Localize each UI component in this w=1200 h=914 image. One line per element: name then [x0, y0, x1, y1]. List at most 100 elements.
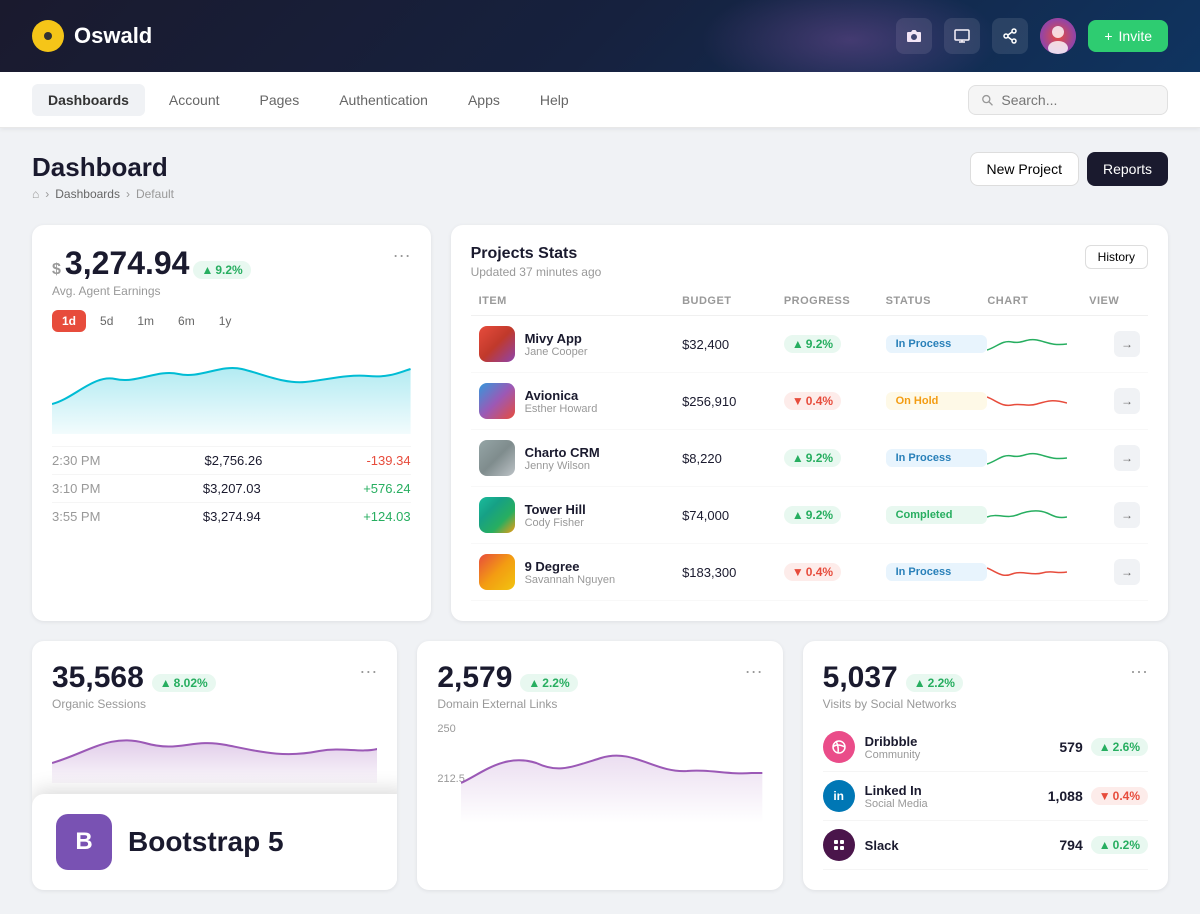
search-input[interactable] [1001, 92, 1155, 108]
user-avatar[interactable] [1040, 18, 1076, 54]
period-tab-1y[interactable]: 1y [209, 310, 242, 332]
search-box [968, 85, 1168, 115]
domain-links-value: 2,579 ▲2.2% [437, 661, 577, 695]
chart-mivy [987, 332, 1067, 356]
projects-title: Projects Stats [471, 245, 602, 263]
top-cards-row: $ 3,274.94 ▲ 9.2% Avg. Agent Earnings ··… [32, 225, 1168, 621]
page-header: Dashboard ⌂ › Dashboards › Default New P… [32, 152, 1168, 201]
bottom-cards-row: 35,568 ▲8.02% Organic Sessions ··· [32, 641, 1168, 890]
chart-tower [987, 503, 1067, 527]
status-badge-mivy: In Process [886, 335, 988, 353]
breadcrumb-home-icon: ⌂ [32, 187, 39, 201]
view-btn-tower[interactable]: → [1114, 502, 1140, 528]
new-project-button[interactable]: New Project [970, 152, 1079, 186]
nav-tab-account[interactable]: Account [153, 84, 236, 116]
project-avatar-avionica [479, 383, 515, 419]
earnings-badge: ▲ 9.2% [193, 261, 250, 279]
social-more[interactable]: ··· [1130, 661, 1148, 682]
period-tabs: 1d 5d 1m 6m 1y [52, 310, 411, 332]
chart-avionica [987, 389, 1067, 413]
time-row-1: 2:30 PM $2,756.26 -139.34 [52, 446, 411, 474]
period-tab-1m[interactable]: 1m [127, 310, 164, 332]
nav-icon-monitor[interactable] [944, 18, 980, 54]
organic-sessions-label: Organic Sessions [52, 697, 216, 711]
earnings-card: $ 3,274.94 ▲ 9.2% Avg. Agent Earnings ··… [32, 225, 431, 621]
nav-tab-help[interactable]: Help [524, 84, 585, 116]
period-tab-6m[interactable]: 6m [168, 310, 205, 332]
brand: Oswald [32, 20, 152, 52]
period-tab-5d[interactable]: 5d [90, 310, 123, 332]
invite-button[interactable]: + Invite [1088, 20, 1168, 52]
time-row-3: 3:55 PM $3,274.94 +124.03 [52, 502, 411, 530]
brand-icon [32, 20, 64, 52]
view-btn-9degree[interactable]: → [1114, 559, 1140, 585]
projects-stats-card: Projects Stats Updated 37 minutes ago Hi… [451, 225, 1168, 621]
search-icon [981, 93, 993, 107]
chart-9degree [987, 560, 1067, 584]
domain-links-chart: 250 212.5 [437, 723, 762, 823]
secondary-navbar: Dashboards Account Pages Authentication … [0, 72, 1200, 128]
period-tab-1d[interactable]: 1d [52, 310, 86, 332]
social-row-dribbble: Dribbble Community 579 ▲2.6% [823, 723, 1148, 772]
social-networks-card: 5,037 ▲2.2% Visits by Social Networks ··… [803, 641, 1168, 890]
nav-icon-share[interactable] [992, 18, 1028, 54]
social-row-linkedin: in Linked In Social Media 1,088 ▼0.4% [823, 772, 1148, 821]
nav-tab-pages[interactable]: Pages [244, 84, 316, 116]
top-navbar: Oswald [0, 0, 1200, 72]
earnings-more-btn[interactable]: ··· [393, 245, 411, 266]
project-avatar-mivy [479, 326, 515, 362]
nav-icon-camera[interactable] [896, 18, 932, 54]
bootstrap-icon: B [56, 814, 112, 870]
earnings-label: Avg. Agent Earnings [52, 284, 251, 298]
bootstrap-banner: B Bootstrap 5 [32, 794, 397, 890]
plus-icon: + [1104, 28, 1112, 44]
project-row-avionica: Avionica Esther Howard $256,910 ▼0.4% On… [471, 373, 1148, 430]
breadcrumb-sep2: › [126, 187, 130, 201]
projects-updated: Updated 37 minutes ago [471, 265, 602, 279]
time-row-2: 3:10 PM $3,207.03 +576.24 [52, 474, 411, 502]
nav-tab-authentication[interactable]: Authentication [323, 84, 444, 116]
view-btn-charto[interactable]: → [1114, 445, 1140, 471]
nav-right: + Invite [896, 18, 1168, 54]
bootstrap-text: Bootstrap 5 [128, 826, 284, 858]
project-row-charto: Charto CRM Jenny Wilson $8,220 ▲9.2% In … [471, 430, 1148, 487]
reports-button[interactable]: Reports [1087, 152, 1168, 186]
page-actions: New Project Reports [970, 152, 1169, 186]
social-label: Visits by Social Networks [823, 697, 963, 711]
earnings-amount: $ 3,274.94 ▲ 9.2% [52, 245, 251, 282]
domain-links-label: Domain External Links [437, 697, 577, 711]
nav-tab-apps[interactable]: Apps [452, 84, 516, 116]
main-content: Dashboard ⌂ › Dashboards › Default New P… [0, 128, 1200, 914]
organic-sessions-more[interactable]: ··· [359, 661, 377, 682]
breadcrumb-default: Default [136, 187, 174, 201]
domain-links-more[interactable]: ··· [745, 661, 763, 682]
earnings-chart [52, 344, 411, 434]
breadcrumb: ⌂ › Dashboards › Default [32, 187, 174, 201]
social-row-slack: Slack 794 ▲0.2% [823, 821, 1148, 870]
organic-sessions-value: 35,568 ▲8.02% [52, 661, 216, 695]
domain-links-card: 2,579 ▲2.2% Domain External Links ··· 25… [417, 641, 782, 890]
history-button[interactable]: History [1085, 245, 1148, 269]
status-badge-avionica: On Hold [886, 392, 988, 410]
status-badge-tower: Completed [886, 506, 988, 524]
project-row-tower: Tower Hill Cody Fisher $74,000 ▲9.2% Com… [471, 487, 1148, 544]
breadcrumb-sep1: › [45, 187, 49, 201]
view-btn-avionica[interactable]: → [1114, 388, 1140, 414]
earnings-time-rows: 2:30 PM $2,756.26 -139.34 3:10 PM $3,207… [52, 446, 411, 530]
organic-sessions-chart [52, 723, 377, 783]
breadcrumb-dashboards[interactable]: Dashboards [55, 187, 120, 201]
brand-name: Oswald [74, 23, 152, 49]
chart-charto [987, 446, 1067, 470]
organic-sessions-card: 35,568 ▲8.02% Organic Sessions ··· [32, 641, 397, 890]
linkedin-icon: in [823, 780, 855, 812]
page-title: Dashboard [32, 152, 174, 183]
view-btn-mivy[interactable]: → [1114, 331, 1140, 357]
table-header: ITEM BUDGET PROGRESS STATUS CHART VIEW [471, 295, 1148, 316]
project-row-mivy: Mivy App Jane Cooper $32,400 ▲9.2% In Pr… [471, 316, 1148, 373]
project-avatar-9degree [479, 554, 515, 590]
dribbble-icon [823, 731, 855, 763]
slack-icon [823, 829, 855, 861]
project-avatar-tower [479, 497, 515, 533]
nav-tab-dashboards[interactable]: Dashboards [32, 84, 145, 116]
project-row-9degree: 9 Degree Savannah Nguyen $183,300 ▼0.4% … [471, 544, 1148, 601]
